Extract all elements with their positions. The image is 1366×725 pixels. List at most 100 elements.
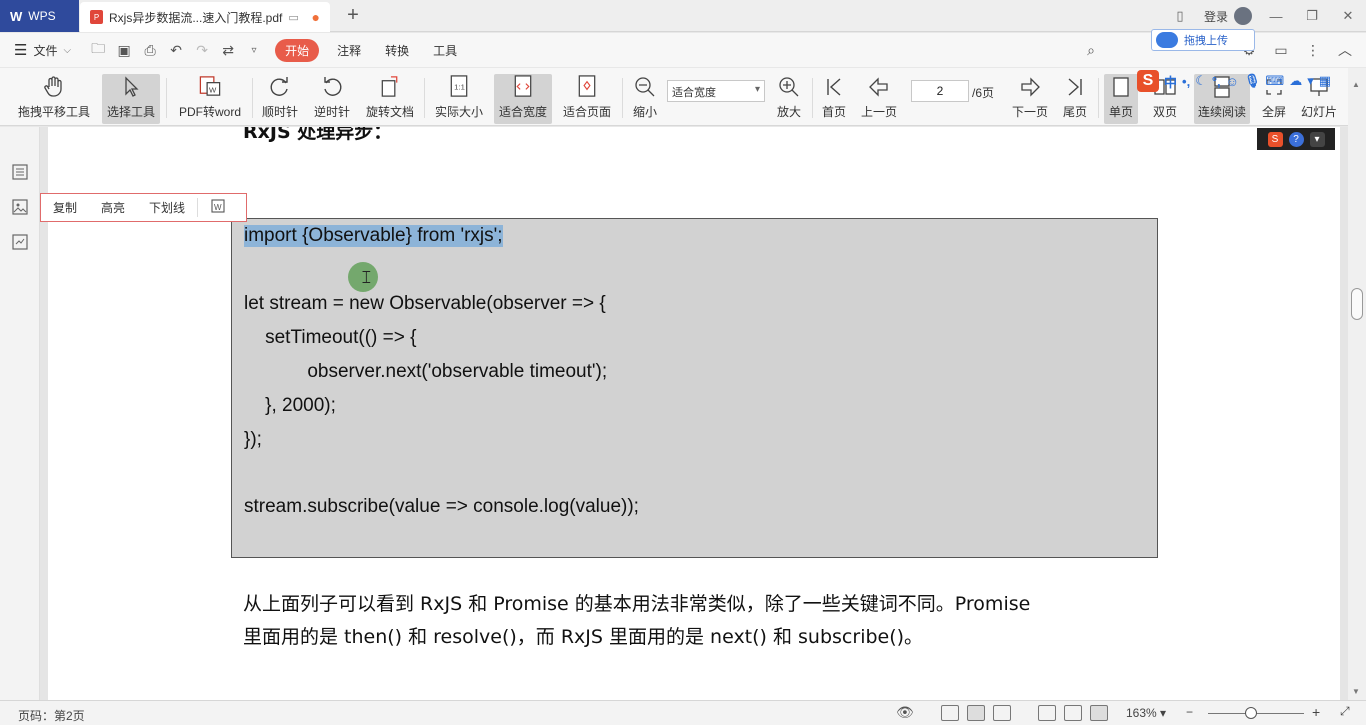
dot-icon[interactable]: °,	[1212, 74, 1221, 89]
zoom-level-value: 163%	[1126, 706, 1157, 720]
fit-page-button[interactable]: 适合页面	[558, 74, 616, 124]
zoom-slider-knob[interactable]	[1245, 707, 1257, 719]
collapse-ribbon-icon[interactable]: ︿	[1332, 37, 1358, 63]
annotation-list-icon[interactable]	[11, 233, 29, 251]
help-icon[interactable]: ?	[1288, 131, 1304, 147]
ime-mode-indicator[interactable]: 中	[1164, 72, 1177, 91]
vertical-scrollbar[interactable]: ▲ ▼	[1348, 68, 1366, 700]
outline-icon[interactable]	[11, 163, 29, 181]
menu-mini-icon[interactable]: ▾	[1309, 131, 1325, 147]
tab-tools[interactable]: 工具	[421, 38, 469, 63]
microphone-icon[interactable]: 🎙	[1244, 73, 1261, 89]
next-page-label: 下一页	[1011, 105, 1048, 119]
toolbar-divider	[812, 78, 813, 118]
actual-size-button[interactable]: 1:1 实际大小	[430, 74, 488, 124]
more-icon[interactable]: ⋮	[1300, 37, 1326, 63]
scroll-down-icon[interactable]: ▼	[1352, 687, 1360, 696]
login-button[interactable]: 登录	[1198, 7, 1258, 25]
fit-width-label: 适合宽度	[498, 105, 547, 119]
skin-icon[interactable]: ☁	[1289, 73, 1302, 89]
tab-start[interactable]: 开始	[275, 38, 320, 62]
thumbnail-icon[interactable]	[11, 198, 29, 216]
fit-width-button[interactable]: 适合宽度	[494, 74, 552, 124]
copy-button[interactable]: 复制	[41, 199, 89, 216]
rotate-counterclockwise-button[interactable]: 逆时针	[310, 74, 354, 124]
restore-button[interactable]: ❐	[1294, 0, 1330, 32]
rotate-clockwise-icon	[270, 77, 288, 96]
pdf-to-word-label: PDF转word	[178, 105, 241, 119]
zoom-out-button[interactable]: 缩小	[628, 74, 662, 124]
previous-page-label: 上一页	[860, 105, 897, 119]
zoom-in-button[interactable]: 放大	[772, 74, 806, 124]
eye-protection-icon[interactable]: 👁	[896, 704, 914, 721]
hand-tool-button[interactable]: 拖拽平移工具	[14, 74, 94, 124]
layout-icon[interactable]: ▯	[1162, 0, 1198, 32]
punctuation-icon[interactable]: •,	[1182, 74, 1190, 89]
keyboard-icon[interactable]: ⌨	[1265, 73, 1284, 89]
double-page-view-icon[interactable]	[993, 705, 1011, 721]
tab-annotate[interactable]: 注释	[325, 38, 373, 63]
open-folder-icon[interactable]: 🗀	[85, 37, 111, 63]
toolbar-divider	[622, 78, 623, 118]
highlight-button[interactable]: 高亮	[89, 199, 137, 216]
to-word-icon[interactable]: W	[197, 198, 238, 217]
rotate-clockwise-button[interactable]: 顺时针	[258, 74, 302, 124]
document-tab[interactable]: P Rxjs异步数据流...速入门教程.pdf ▭ ●	[80, 2, 330, 32]
sogou-logo-icon[interactable]: S	[1137, 70, 1159, 92]
grid-icon[interactable]: ▦	[1319, 73, 1331, 89]
search-icon[interactable]: ⌕	[1078, 37, 1104, 63]
file-menu[interactable]: ☰ 文件 ⌵	[14, 41, 71, 59]
wps-home-tab[interactable]: W WPS	[0, 0, 79, 32]
new-tab-button[interactable]: +	[342, 4, 364, 26]
select-tool-button[interactable]: 选择工具	[102, 74, 160, 124]
continuous-view-icon[interactable]	[967, 705, 985, 721]
shirt-icon[interactable]: ▾	[1307, 73, 1314, 89]
close-button[interactable]: ✕	[1330, 0, 1366, 32]
paragraph-line-1: 从上面列子可以看到 RxJS 和 Promise 的基本用法非常类似，除了一些关…	[243, 593, 1031, 615]
title-bar: W WPS P Rxjs异步数据流...速入门教程.pdf ▭ ● + ▯ 登录…	[0, 0, 1366, 32]
moon-icon[interactable]: ☾	[1195, 73, 1207, 89]
code-line-1[interactable]: import {Observable} from 'rxjs';	[244, 225, 503, 247]
single-page-button[interactable]: 单页	[1104, 74, 1138, 124]
single-page-view-icon[interactable]	[941, 705, 959, 721]
actual-size-status-icon[interactable]	[1038, 705, 1056, 721]
sogou-mini-icon[interactable]: S	[1267, 131, 1283, 147]
pdf-to-word-icon: W	[199, 76, 221, 96]
zoom-level[interactable]: 163% ▾	[1126, 706, 1166, 720]
quick-access-more-icon[interactable]: ▿	[241, 37, 267, 63]
next-page-button[interactable]: 下一页	[1010, 74, 1050, 124]
status-bar: 页码：第2页 👁 163% ▾ − + ⤢	[0, 700, 1366, 725]
minimize-button[interactable]: —	[1258, 0, 1294, 32]
undo-icon[interactable]: ↶	[163, 37, 189, 63]
comment-icon[interactable]: ▭	[1268, 37, 1294, 63]
chevron-down-icon: ⌵	[63, 44, 72, 56]
rotate-document-label: 旋转文档	[365, 105, 414, 119]
last-page-button[interactable]: 尾页	[1060, 74, 1090, 124]
first-page-button[interactable]: 首页	[818, 74, 850, 124]
zoom-in-icon	[779, 77, 799, 97]
fit-page-status-icon[interactable]	[1064, 705, 1082, 721]
underline-button[interactable]: 下划线	[137, 199, 197, 216]
rotate-counterclockwise-icon	[324, 77, 342, 96]
zoom-in-status-icon[interactable]: +	[1312, 704, 1320, 720]
document-tab-label: Rxjs异步数据流...速入门教程.pdf	[109, 10, 283, 25]
print-icon[interactable]: ⎙	[137, 37, 163, 63]
fit-width-status-icon[interactable]	[1090, 705, 1108, 721]
page-number-input[interactable]: 2	[911, 80, 969, 102]
rotate-document-button[interactable]: 旋转文档	[362, 74, 418, 124]
convert-icon[interactable]: ⇄	[215, 37, 241, 63]
save-icon[interactable]: ▣	[111, 37, 137, 63]
pdf-to-word-button[interactable]: W PDF转word	[174, 74, 246, 124]
window-controls: ▯ 登录 — ❐ ✕	[1162, 0, 1366, 32]
cloud-upload-bubble[interactable]: 拖拽上传	[1151, 29, 1255, 51]
fullscreen-label: 全屏	[1261, 105, 1286, 119]
redo-icon[interactable]: ↷	[189, 37, 215, 63]
fullscreen-status-icon[interactable]: ⤢	[1340, 704, 1350, 719]
ime-mini-toolbar: S ? ▾	[1257, 128, 1335, 150]
zoom-out-status-icon[interactable]: −	[1186, 705, 1193, 719]
zoom-mode-select[interactable]: 适合宽度	[667, 80, 765, 102]
emoji-icon[interactable]: ☺	[1226, 74, 1239, 89]
previous-page-button[interactable]: 上一页	[858, 74, 900, 124]
scroll-thumb[interactable]	[1351, 288, 1363, 320]
tab-convert[interactable]: 转换	[373, 38, 421, 63]
